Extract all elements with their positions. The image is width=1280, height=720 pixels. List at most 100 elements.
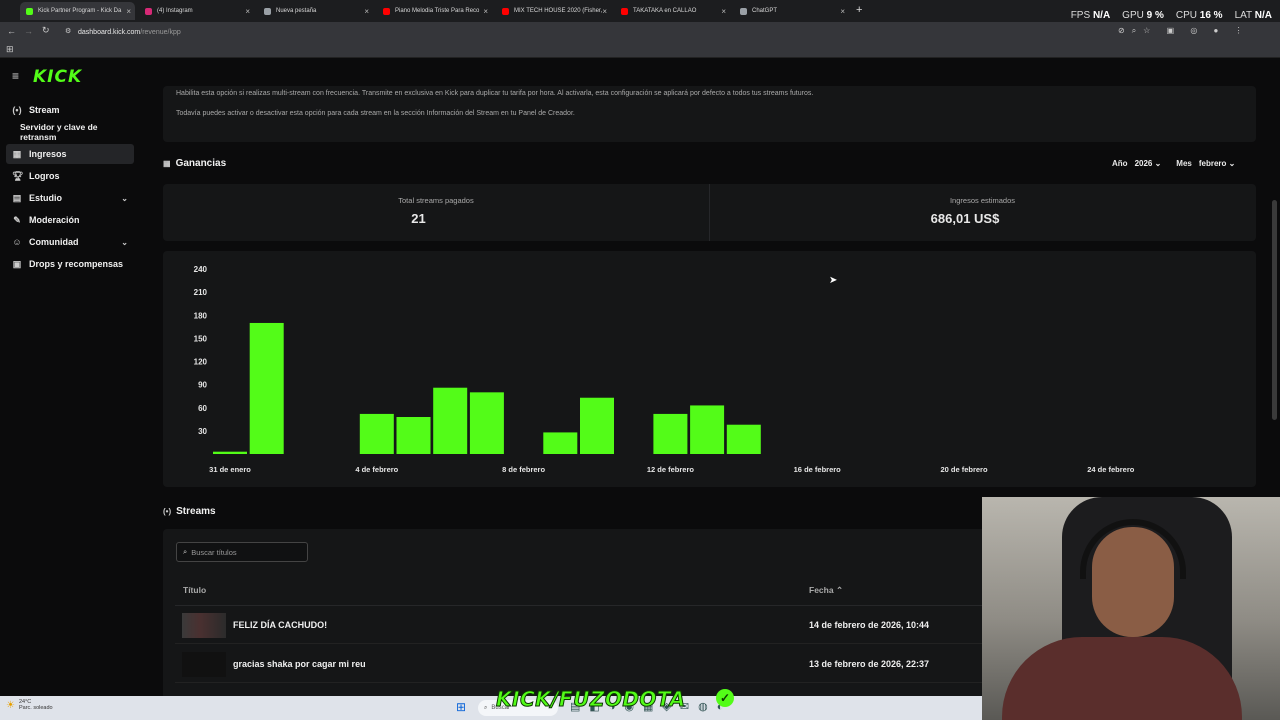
chart-bar[interactable] (543, 432, 578, 454)
close-tab-icon[interactable]: × (602, 7, 607, 16)
site-info-icon[interactable]: ⚙ (65, 27, 71, 35)
tab-label: Kick Partner Program - Kick Da (38, 8, 122, 14)
menu-icon[interactable]: ≡ (12, 69, 19, 83)
sidebar-item-moderacion[interactable]: ✎ Moderación (6, 210, 134, 230)
verified-badge-icon: ✓ (716, 689, 734, 707)
notice-line-2: Todavía puedes activar o desactivar esta… (176, 110, 575, 117)
back-icon[interactable]: ← (7, 26, 16, 36)
earnings-title-label: Ganancias (175, 158, 227, 169)
browser-tab[interactable]: (4) Instagram × (139, 2, 254, 20)
tab-label: Piano Melodia Triste Para Reco (395, 8, 480, 14)
y-tick-label: 120 (194, 358, 208, 367)
sidebar-item-estudio[interactable]: ▤ Estudio ⌄ (6, 188, 134, 208)
tab-favicon-icon (383, 7, 390, 15)
notice-line-1: Habilita esta opción si realizas multi-s… (176, 90, 814, 97)
chart-icon: ▦ (12, 148, 22, 159)
webcam-person-body (1002, 637, 1242, 720)
forward-icon[interactable]: → (24, 26, 33, 36)
month-select[interactable]: febrero ⌄ (1199, 159, 1236, 168)
cpu-value: 16 % (1199, 10, 1223, 21)
total-streams-label: Total streams pagados (398, 196, 474, 205)
chart-bar[interactable] (580, 397, 614, 454)
close-tab-icon[interactable]: × (483, 7, 488, 16)
chart-bar[interactable] (249, 322, 284, 454)
sidebar-item-logros[interactable]: 🏆︎ Logros (6, 166, 134, 186)
scrollbar[interactable] (1272, 200, 1277, 420)
y-tick-label: 60 (198, 404, 207, 413)
sidebar-item-drops[interactable]: ▣ Drops y recompensas (6, 254, 134, 274)
gpu-label: GPU (1122, 10, 1144, 21)
year-filter: Año 2026 ⌄ Mes febrero ⌄ (1112, 159, 1235, 168)
tab-label: (4) Instagram (157, 8, 193, 14)
total-streams-value: 21 (411, 211, 426, 226)
browser-tab[interactable]: MIX TECH HOUSE 2020 (Fisher, × (496, 2, 611, 20)
kick-logo[interactable]: KICK (33, 67, 82, 87)
stats-card: Total streams pagados 21 Ingresos estima… (163, 184, 1256, 241)
browser-tab[interactable]: TAKATAKA en CALLAO × (615, 2, 730, 20)
bookmarks-bar: ⊞ (0, 42, 1280, 58)
windows-start-icon[interactable]: ⊞ (456, 700, 466, 714)
tab-label: Nueva pestaña (276, 8, 317, 14)
broadcast-icon: (•) (12, 105, 22, 115)
sort-up-icon: ⌃ (835, 585, 844, 595)
reload-icon[interactable]: ↻ (42, 25, 50, 36)
table-row[interactable]: FELIZ DÍA CACHUDO! 14 de febrero de 2026… (175, 606, 983, 644)
sidebar-item-stream[interactable]: (•) Stream (6, 100, 134, 120)
browser-tab[interactable]: Nueva pestaña × (258, 2, 373, 20)
lat-value: N/A (1254, 10, 1272, 21)
sidebar-item-ingresos[interactable]: ▦ Ingresos (6, 144, 134, 164)
weather-widget[interactable]: ☀ 24°C Parc. soleado (6, 699, 53, 711)
x-tick-label: 31 de enero (209, 465, 251, 474)
table-row[interactable]: gracias shaka por cagar mi reu 13 de feb… (175, 645, 983, 683)
col-title-header[interactable]: Título (183, 585, 206, 595)
browser-tab[interactable]: ChatGPT × (734, 2, 849, 20)
year-label: Año (1112, 159, 1128, 168)
new-tab-button[interactable]: + (856, 4, 862, 16)
chart-bar[interactable] (433, 387, 468, 454)
stream-thumbnail (182, 613, 226, 638)
chevron-down-icon: ⌄ (1154, 159, 1162, 168)
chevron-down-icon[interactable]: ⌄ (121, 194, 128, 203)
stream-title: gracias shaka por cagar mi reu (233, 659, 366, 669)
trophy-icon: 🏆︎ (12, 170, 24, 181)
browser-tab-bar: Kick Partner Program - Kick Da × (4) Insta… (0, 0, 1280, 22)
sidebar-item-label: Stream (29, 105, 60, 115)
col-date-header[interactable]: Fecha ⌃ (809, 585, 843, 596)
address-bar[interactable]: ⚙ dashboard.kick.com/revenue/kpp (60, 24, 1280, 40)
chart-bar[interactable] (690, 405, 725, 454)
gift-icon: ▣ (12, 258, 22, 269)
close-tab-icon[interactable]: × (364, 7, 369, 16)
cpu-label: CPU (1175, 10, 1197, 21)
x-tick-label: 16 de febrero (794, 465, 842, 474)
chart-bar[interactable] (469, 392, 504, 454)
browser-tab[interactable]: Kick Partner Program - Kick Da × (20, 2, 135, 20)
broadcast-icon: (•) (163, 507, 172, 516)
stream-date: 13 de febrero de 2026, 22:37 (809, 659, 930, 669)
windows-taskbar: ☀ 24°C Parc. soleado ⊞ ⌕ Buscar ▤◧◑◉▦◈✉◍◐ … (0, 687, 982, 720)
tab-favicon-icon (264, 7, 271, 15)
weather-desc: Parc. soleado (18, 705, 53, 711)
chart-bar[interactable] (653, 413, 688, 454)
chart-bar[interactable] (213, 451, 247, 454)
sidebar-item-label: Logros (29, 171, 60, 181)
sidebar-item-server-key[interactable]: Servidor y clave de retransm (6, 122, 134, 142)
chart-bar[interactable] (359, 413, 394, 454)
sidebar-item-label: Estudio (29, 193, 62, 203)
earnings-chart-card: 30 60 90 120 150 180 210 240 31 de enero 4 de feb… (163, 251, 1256, 487)
search-titles-input[interactable]: ⌕ Buscar títulos (176, 542, 308, 562)
tab-label: ChatGPT (752, 8, 778, 14)
close-tab-icon[interactable]: × (245, 7, 250, 16)
chart-bar[interactable] (396, 417, 431, 454)
year-select[interactable]: 2026 ⌄ (1135, 159, 1162, 168)
chart-bar[interactable] (726, 424, 761, 454)
sidebar-item-comunidad[interactable]: ☺ Comunidad ⌄ (6, 232, 134, 252)
apps-icon[interactable]: ⊞ (6, 44, 14, 55)
browser-tab[interactable]: Piano Melodia Triste Para Reco × (377, 2, 492, 20)
close-tab-icon[interactable]: × (721, 7, 726, 16)
close-tab-icon[interactable]: × (126, 7, 131, 16)
search-placeholder: Buscar títulos (191, 547, 237, 557)
fps-label: FPS (1070, 10, 1091, 21)
close-tab-icon[interactable]: × (840, 7, 845, 16)
chevron-down-icon[interactable]: ⌄ (121, 238, 128, 247)
lat-label: LAT (1234, 10, 1252, 21)
